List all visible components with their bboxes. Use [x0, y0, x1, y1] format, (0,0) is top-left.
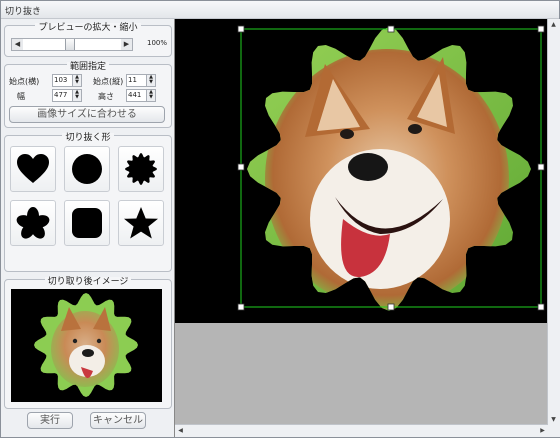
result-group-title: 切り取り後イメージ	[44, 277, 132, 287]
width-spin-icon[interactable]: ▲ ▼	[72, 90, 81, 101]
range-group: 範囲指定 始点(横) 103 ▲ ▼ 始点(縦) 11 ▲ ▼ 幅 477 ▲ ▼ 高…	[4, 62, 172, 128]
circle-icon	[72, 154, 102, 184]
heart-icon	[17, 154, 49, 183]
scroll-corner	[548, 425, 560, 437]
window-title: 切り抜き	[5, 7, 42, 17]
heart-shape-button[interactable]	[10, 146, 56, 192]
rounded-square-icon	[72, 208, 102, 238]
height-spin-icon[interactable]: ▲ ▼	[146, 90, 155, 101]
range-group-title: 範囲指定	[66, 62, 109, 72]
result-group: 切り取り後イメージ	[4, 277, 172, 409]
run-button[interactable]: 実行	[27, 412, 73, 429]
star-shape-button[interactable]	[118, 200, 164, 246]
title-bar: 切り抜き	[1, 1, 559, 19]
result-preview-image	[11, 289, 162, 402]
star-icon	[124, 207, 158, 239]
width-value: 477	[54, 91, 68, 99]
shape-group-title: 切り抜く形	[62, 133, 114, 143]
badge-shape-button[interactable]	[118, 146, 164, 192]
scroll-up-arrow-icon[interactable]: ▲	[548, 19, 559, 30]
start-y-spin-icon[interactable]: ▲ ▼	[146, 75, 155, 86]
scroll-left-arrow-icon[interactable]: ◀	[175, 425, 186, 436]
left-panel: プレビューの拡大・縮小 ◀ ▶ 100% 範囲指定 始点(横) 103 ▲ ▼ 始…	[4, 21, 172, 435]
zoom-percent: 100%	[147, 39, 168, 47]
height-value: 441	[128, 91, 142, 99]
height-label: 高さ	[98, 92, 114, 101]
crop-dialog: 切り抜き プレビューの拡大・縮小 ◀ ▶ 100% 範囲指定 始点(横) 103…	[0, 0, 560, 438]
width-label: 幅	[17, 92, 25, 101]
start-y-input[interactable]: 11 ▲ ▼	[126, 74, 156, 87]
flower-icon	[16, 207, 50, 239]
zoom-left-arrow-icon[interactable]: ◀	[12, 39, 23, 50]
start-x-spin-icon[interactable]: ▲ ▼	[72, 75, 81, 86]
width-input[interactable]: 477 ▲ ▼	[52, 89, 82, 102]
flower-shape-button[interactable]	[10, 200, 56, 246]
circle-shape-button[interactable]	[64, 146, 110, 192]
scroll-right-arrow-icon[interactable]: ▶	[537, 425, 548, 436]
start-x-value: 103	[54, 76, 68, 84]
fit-image-size-button[interactable]: 画像サイズに合わせる	[9, 106, 165, 123]
scroll-down-arrow-icon[interactable]: ▼	[548, 414, 559, 425]
height-input[interactable]: 441 ▲ ▼	[126, 89, 156, 102]
shape-group: 切り抜く形	[4, 133, 172, 272]
vertical-scrollbar[interactable]: ▲ ▼	[547, 19, 560, 425]
start-x-label: 始点(横)	[9, 77, 40, 86]
zoom-group: プレビューの拡大・縮小 ◀ ▶ 100%	[4, 23, 172, 57]
start-y-label: 始点(縦)	[93, 77, 124, 86]
zoom-slider-thumb[interactable]	[65, 39, 75, 50]
zoom-right-arrow-icon[interactable]: ▶	[121, 39, 132, 50]
start-x-input[interactable]: 103 ▲ ▼	[52, 74, 82, 87]
dog-photo	[237, 25, 545, 311]
zoom-group-title: プレビューの拡大・縮小	[35, 23, 141, 33]
horizontal-scrollbar[interactable]: ◀ ▶	[175, 424, 548, 437]
main-preview-area: ▲ ▼ ◀ ▶	[174, 19, 560, 437]
preview-canvas[interactable]	[175, 19, 547, 323]
cancel-button[interactable]: キャンセル	[90, 412, 146, 429]
rounded-square-shape-button[interactable]	[64, 200, 110, 246]
badge-icon	[125, 153, 157, 185]
zoom-slider[interactable]: ◀ ▶	[11, 38, 133, 51]
start-y-value: 11	[128, 76, 137, 84]
